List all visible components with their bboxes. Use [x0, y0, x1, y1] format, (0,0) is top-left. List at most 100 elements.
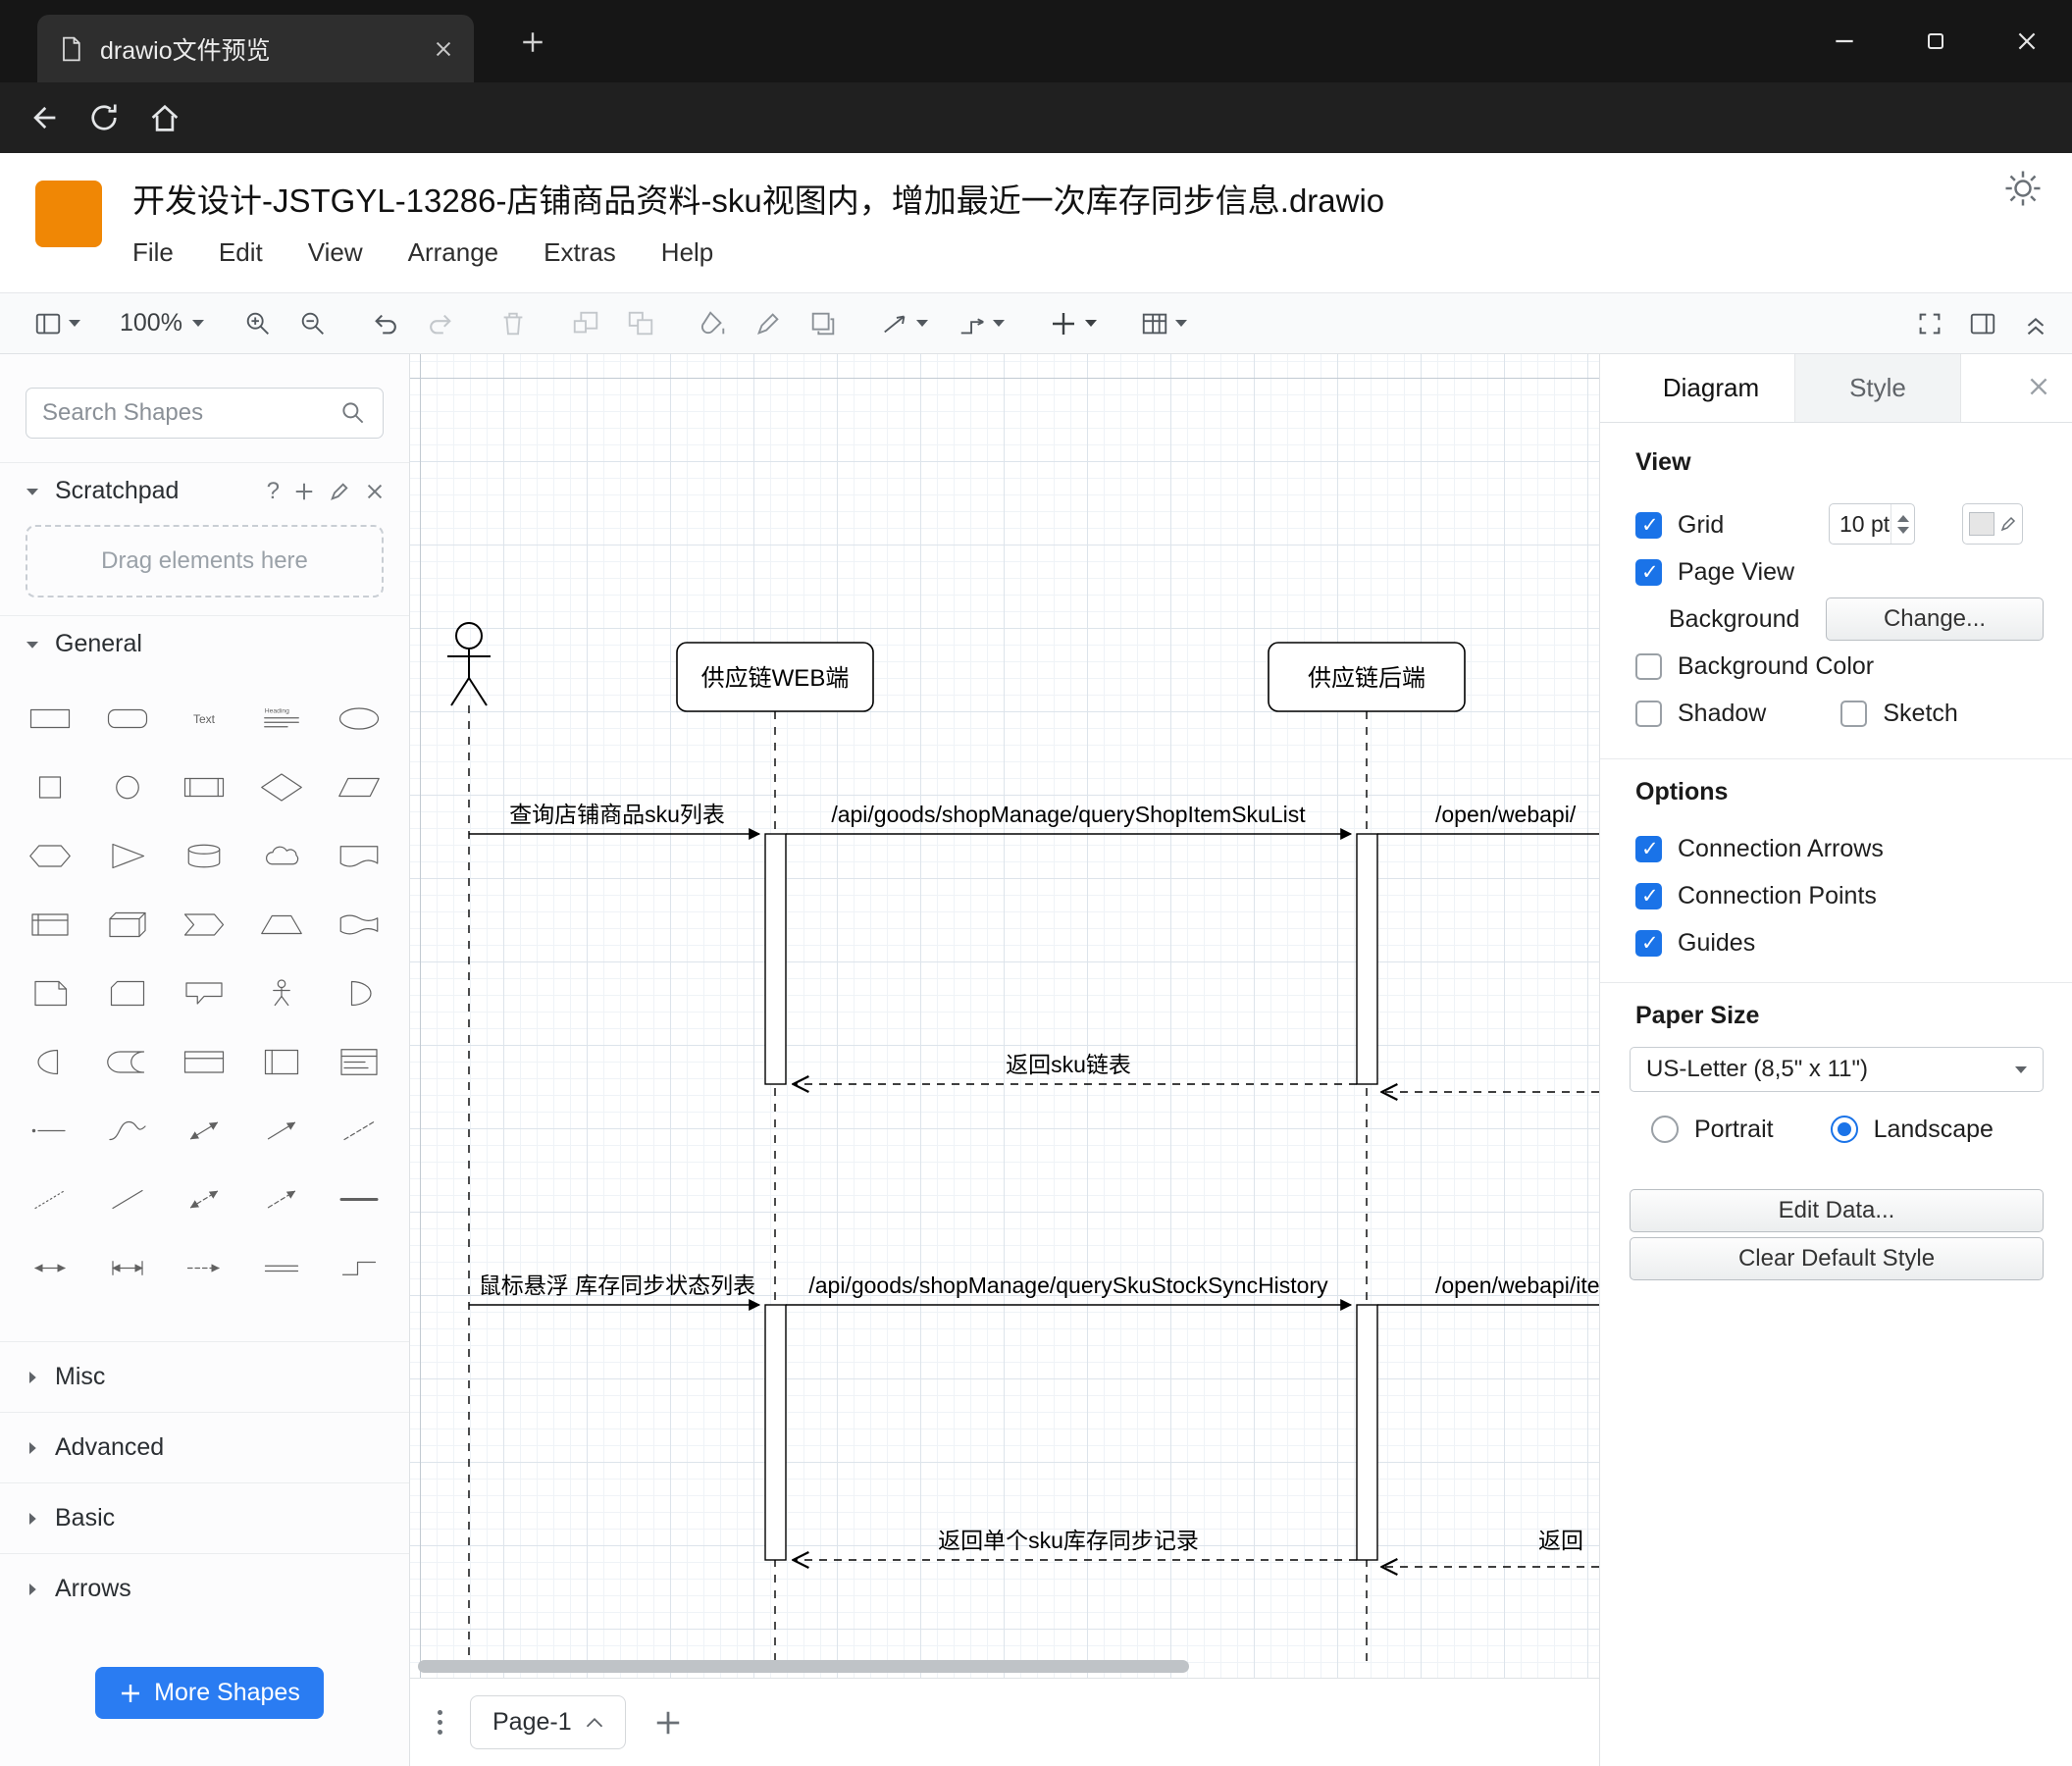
- section-basic[interactable]: Basic: [0, 1482, 409, 1553]
- message-arrows[interactable]: [469, 828, 1599, 1567]
- horizontal-scrollbar-thumb[interactable]: [418, 1660, 1189, 1673]
- shape-rectangle-icon[interactable]: [12, 684, 89, 753]
- shape-vertical-container-icon[interactable]: [243, 1027, 321, 1096]
- window-close-button[interactable]: [1981, 0, 2072, 82]
- tab-close-icon[interactable]: [433, 38, 454, 60]
- portrait-radio[interactable]: [1651, 1116, 1679, 1143]
- grid-checkbox[interactable]: [1635, 511, 1662, 539]
- scratchpad-close-icon[interactable]: [364, 481, 386, 502]
- delete-button[interactable]: [498, 309, 528, 338]
- to-front-button[interactable]: [571, 309, 600, 338]
- shape-dotted-line-icon[interactable]: [12, 1165, 89, 1233]
- shape-tape-icon[interactable]: [320, 890, 397, 959]
- page-tab[interactable]: Page-1: [470, 1695, 626, 1749]
- shape-square-icon[interactable]: [12, 753, 89, 821]
- spinner-arrows[interactable]: [1891, 504, 1914, 544]
- window-minimize-button[interactable]: [1798, 0, 1890, 82]
- horizontal-scrollbar[interactable]: [410, 1659, 1599, 1675]
- home-icon[interactable]: [147, 100, 182, 135]
- undo-button[interactable]: [371, 309, 400, 338]
- shape-arrow-icon[interactable]: [243, 1096, 321, 1165]
- shape-actor-icon[interactable]: [243, 959, 321, 1027]
- menu-edit[interactable]: Edit: [219, 237, 263, 268]
- shape-triangle-icon[interactable]: [89, 821, 167, 890]
- shape-dashed-arrow-icon[interactable]: [166, 1233, 243, 1302]
- shape-or-icon[interactable]: [320, 959, 397, 1027]
- shape-horizontal-bidirectional-arrow-icon[interactable]: [12, 1233, 89, 1302]
- menu-arrange[interactable]: Arrange: [408, 237, 499, 268]
- grid-size-spinner[interactable]: 10 pt: [1829, 503, 1915, 545]
- diagram-canvas[interactable]: 供应链WEB端 供应链后端 查询店铺商品sku列表 /api/goods/sho…: [410, 354, 1599, 1678]
- scratchpad-help-icon[interactable]: ?: [267, 478, 280, 505]
- shape-document-icon[interactable]: [320, 821, 397, 890]
- section-general[interactable]: General: [0, 615, 409, 672]
- shape-directional-connector-icon[interactable]: [243, 1165, 321, 1233]
- connection-points-checkbox[interactable]: [1635, 882, 1662, 909]
- shape-list-icon[interactable]: [320, 1027, 397, 1096]
- shape-and-icon[interactable]: [12, 1027, 89, 1096]
- tab-diagram[interactable]: Diagram: [1628, 354, 1794, 422]
- page-view-checkbox[interactable]: [1635, 558, 1662, 586]
- shape-horizontal-line-icon[interactable]: [320, 1165, 397, 1233]
- search-shapes-input[interactable]: Search Shapes: [26, 388, 384, 439]
- tab-style[interactable]: Style: [1794, 354, 1961, 422]
- scratchpad-dropzone[interactable]: Drag elements here: [26, 525, 384, 597]
- shape-curve-icon[interactable]: [89, 1096, 167, 1165]
- grid-color-picker[interactable]: [1962, 503, 2023, 545]
- shape-line-icon[interactable]: [89, 1165, 167, 1233]
- edit-data-button[interactable]: Edit Data...: [1630, 1189, 2044, 1232]
- shape-internal-storage-icon[interactable]: [12, 890, 89, 959]
- shape-text-icon[interactable]: Text: [166, 684, 243, 753]
- add-page-icon[interactable]: [653, 1708, 683, 1738]
- more-shapes-button[interactable]: More Shapes: [95, 1667, 324, 1719]
- shape-ellipse-icon[interactable]: [320, 684, 397, 753]
- connection-arrows-checkbox[interactable]: [1635, 835, 1662, 862]
- background-change-button[interactable]: Change...: [1826, 597, 2044, 641]
- paper-size-select[interactable]: US-Letter (8,5" x 11"): [1630, 1047, 2044, 1092]
- to-back-button[interactable]: [626, 309, 655, 338]
- scratchpad-edit-icon[interactable]: [329, 481, 350, 502]
- shape-textbox-icon[interactable]: Heading: [243, 684, 321, 753]
- shape-rounded-rectangle-icon[interactable]: [89, 684, 167, 753]
- panel-close-icon[interactable]: [2026, 374, 2051, 399]
- shape-parallelogram-icon[interactable]: [320, 753, 397, 821]
- collapse-toolbar-icon[interactable]: [2021, 309, 2050, 338]
- shape-cloud-icon[interactable]: [243, 821, 321, 890]
- shape-cube-icon[interactable]: [89, 890, 167, 959]
- menu-file[interactable]: File: [132, 237, 174, 268]
- shape-diamond-icon[interactable]: [243, 753, 321, 821]
- shape-trapezoid-icon[interactable]: [243, 890, 321, 959]
- section-advanced[interactable]: Advanced: [0, 1412, 409, 1482]
- window-maximize-button[interactable]: [1890, 0, 1981, 82]
- shape-dimension-icon[interactable]: [89, 1233, 167, 1302]
- shape-note-icon[interactable]: [12, 959, 89, 1027]
- actor-figure[interactable]: [447, 622, 491, 706]
- fullscreen-icon[interactable]: [1915, 309, 1944, 338]
- menu-extras[interactable]: Extras: [544, 237, 616, 268]
- shape-card-icon[interactable]: [89, 959, 167, 1027]
- landscape-radio[interactable]: [1830, 1116, 1858, 1143]
- pages-menu-icon[interactable]: [438, 1710, 442, 1735]
- shadow-checkbox[interactable]: [1635, 700, 1662, 727]
- background-color-checkbox[interactable]: [1635, 652, 1662, 680]
- sketch-checkbox[interactable]: [1840, 700, 1868, 727]
- connection-style-button[interactable]: [881, 309, 928, 338]
- menu-help[interactable]: Help: [661, 237, 713, 268]
- menu-view[interactable]: View: [308, 237, 363, 268]
- scratchpad-add-icon[interactable]: [293, 481, 315, 502]
- shape-container-icon[interactable]: [166, 1027, 243, 1096]
- shape-step-icon[interactable]: [166, 890, 243, 959]
- shape-cylinder-icon[interactable]: [166, 821, 243, 890]
- refresh-icon[interactable]: [86, 100, 122, 135]
- fill-color-button[interactable]: [699, 309, 728, 338]
- shape-hexagon-icon[interactable]: [12, 821, 89, 890]
- shape-list-item-icon[interactable]: [12, 1096, 89, 1165]
- line-color-button[interactable]: [753, 309, 783, 338]
- shape-data-storage-icon[interactable]: [89, 1027, 167, 1096]
- scratchpad-header[interactable]: Scratchpad ?: [0, 462, 409, 519]
- shape-horizontal-elbow-icon[interactable]: [320, 1233, 397, 1302]
- participant-backend[interactable]: 供应链后端: [1268, 642, 1466, 712]
- shape-link-icon[interactable]: [243, 1233, 321, 1302]
- section-misc[interactable]: Misc: [0, 1341, 409, 1412]
- zoom-out-button[interactable]: [298, 309, 328, 338]
